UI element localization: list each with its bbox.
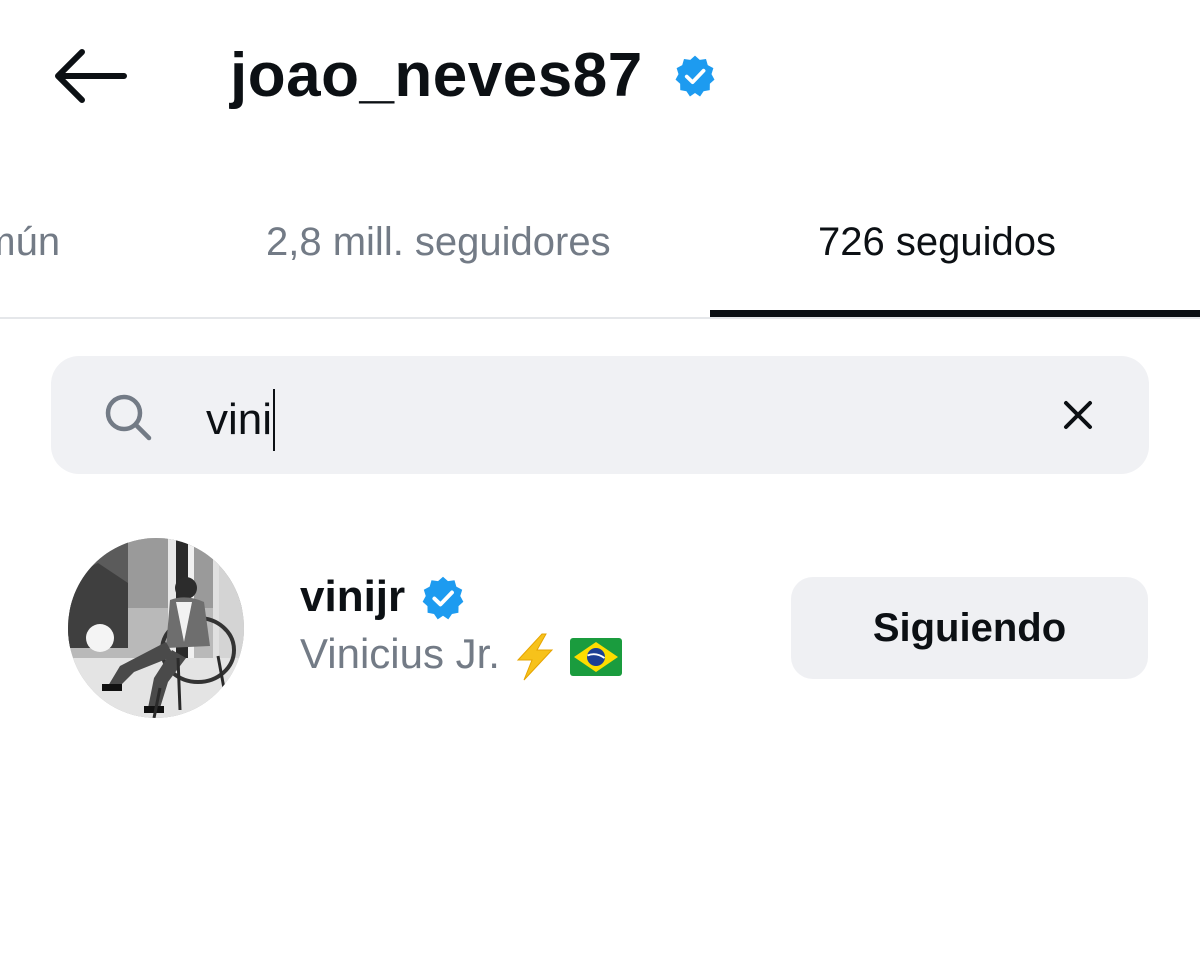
- result-username[interactable]: vinijr: [300, 570, 405, 624]
- avatar-photo: [68, 538, 244, 718]
- close-icon[interactable]: [1058, 395, 1098, 435]
- full-name-text: Vinicius Jr.: [300, 630, 500, 677]
- search-input-value: vini: [206, 395, 273, 444]
- profile-username: joao_neves87: [230, 41, 643, 110]
- verified-badge-icon: [422, 576, 464, 620]
- lightning-icon: [516, 633, 553, 681]
- tab-following[interactable]: 726 seguidos: [818, 216, 1056, 268]
- result-full-name: Vinicius Jr.: [300, 626, 623, 682]
- search-icon: [105, 394, 152, 441]
- arrow-left-icon[interactable]: [50, 45, 130, 107]
- verified-badge-icon: [675, 55, 715, 97]
- search-input[interactable]: vini: [206, 389, 276, 452]
- following-button[interactable]: Siguiendo: [791, 577, 1148, 679]
- avatar[interactable]: [68, 538, 244, 718]
- tab-followers[interactable]: 2,8 mill. seguidores: [266, 216, 611, 268]
- top-bar: joao_neves87: [0, 0, 1200, 150]
- follow-tabs: omún 2,8 mill. seguidores 726 seguidos: [0, 190, 1200, 320]
- brazil-flag-icon: [570, 637, 623, 676]
- list-item[interactable]: vinijr Vinicius Jr. Siguiendo: [0, 530, 1200, 730]
- text-caret: [273, 389, 276, 452]
- active-tab-indicator: [710, 310, 1200, 317]
- tab-mutual[interactable]: omún: [0, 216, 60, 268]
- tabs-divider: [0, 317, 1200, 319]
